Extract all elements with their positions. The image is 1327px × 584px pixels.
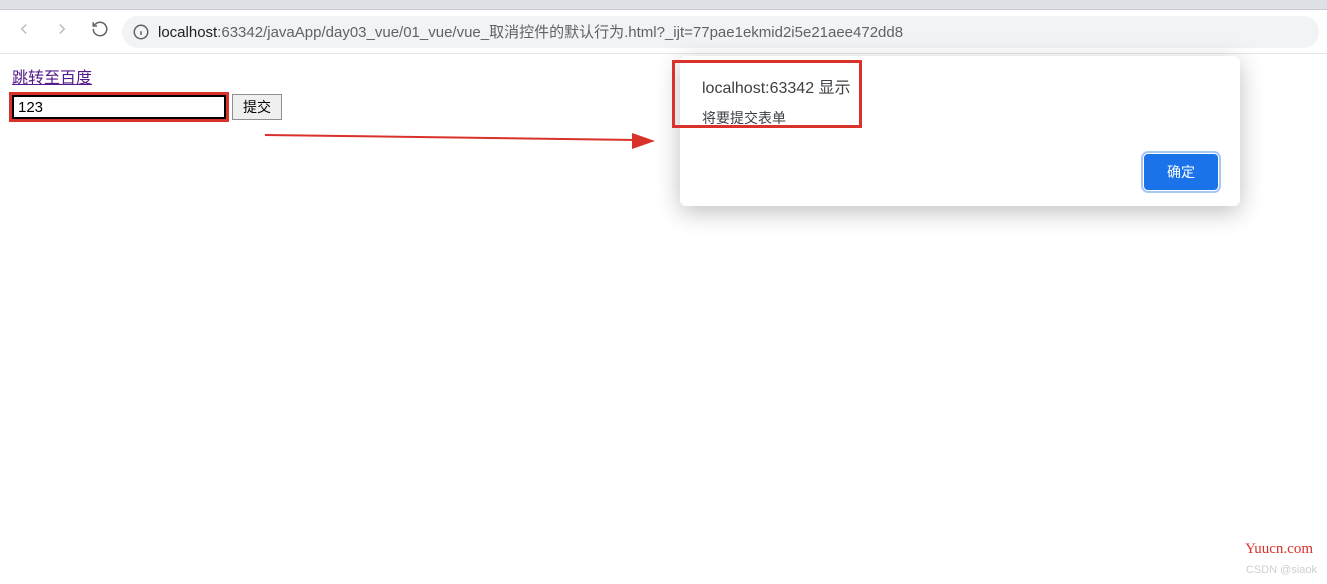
reload-icon [91,20,109,43]
back-button[interactable] [8,16,40,48]
url-host: localhost [158,24,217,41]
browser-toolbar: localhost:63342/javaApp/day03_vue/01_vue… [0,10,1327,54]
site-info-icon[interactable] [132,23,150,41]
dialog-actions: 确定 [702,154,1218,190]
browser-tab-strip [0,0,1327,10]
url-text: localhost:63342/javaApp/day03_vue/01_vue… [158,21,903,42]
baidu-link[interactable]: 跳转至百度 [12,70,92,87]
watermark-csdn: CSDN @siaok [1246,564,1317,576]
text-input[interactable] [12,95,226,119]
ok-button[interactable]: 确定 [1144,154,1218,190]
address-bar[interactable]: localhost:63342/javaApp/day03_vue/01_vue… [122,16,1319,48]
dialog-title: localhost:63342 显示 [702,74,1218,98]
watermark-brand: Yuucn.com [1245,541,1313,558]
reload-button[interactable] [84,16,116,48]
forward-button[interactable] [46,16,78,48]
arrow-right-icon [53,20,71,43]
dialog-message: 将要提交表单 [702,108,1218,128]
url-host-suffix: :63342 [217,24,263,41]
submit-button[interactable]: 提交 [232,94,282,120]
arrow-left-icon [15,20,33,43]
url-path: /javaApp/day03_vue/01_vue/vue_取消控件的默认行为.… [263,24,903,41]
alert-dialog: localhost:63342 显示 将要提交表单 确定 [680,56,1240,206]
